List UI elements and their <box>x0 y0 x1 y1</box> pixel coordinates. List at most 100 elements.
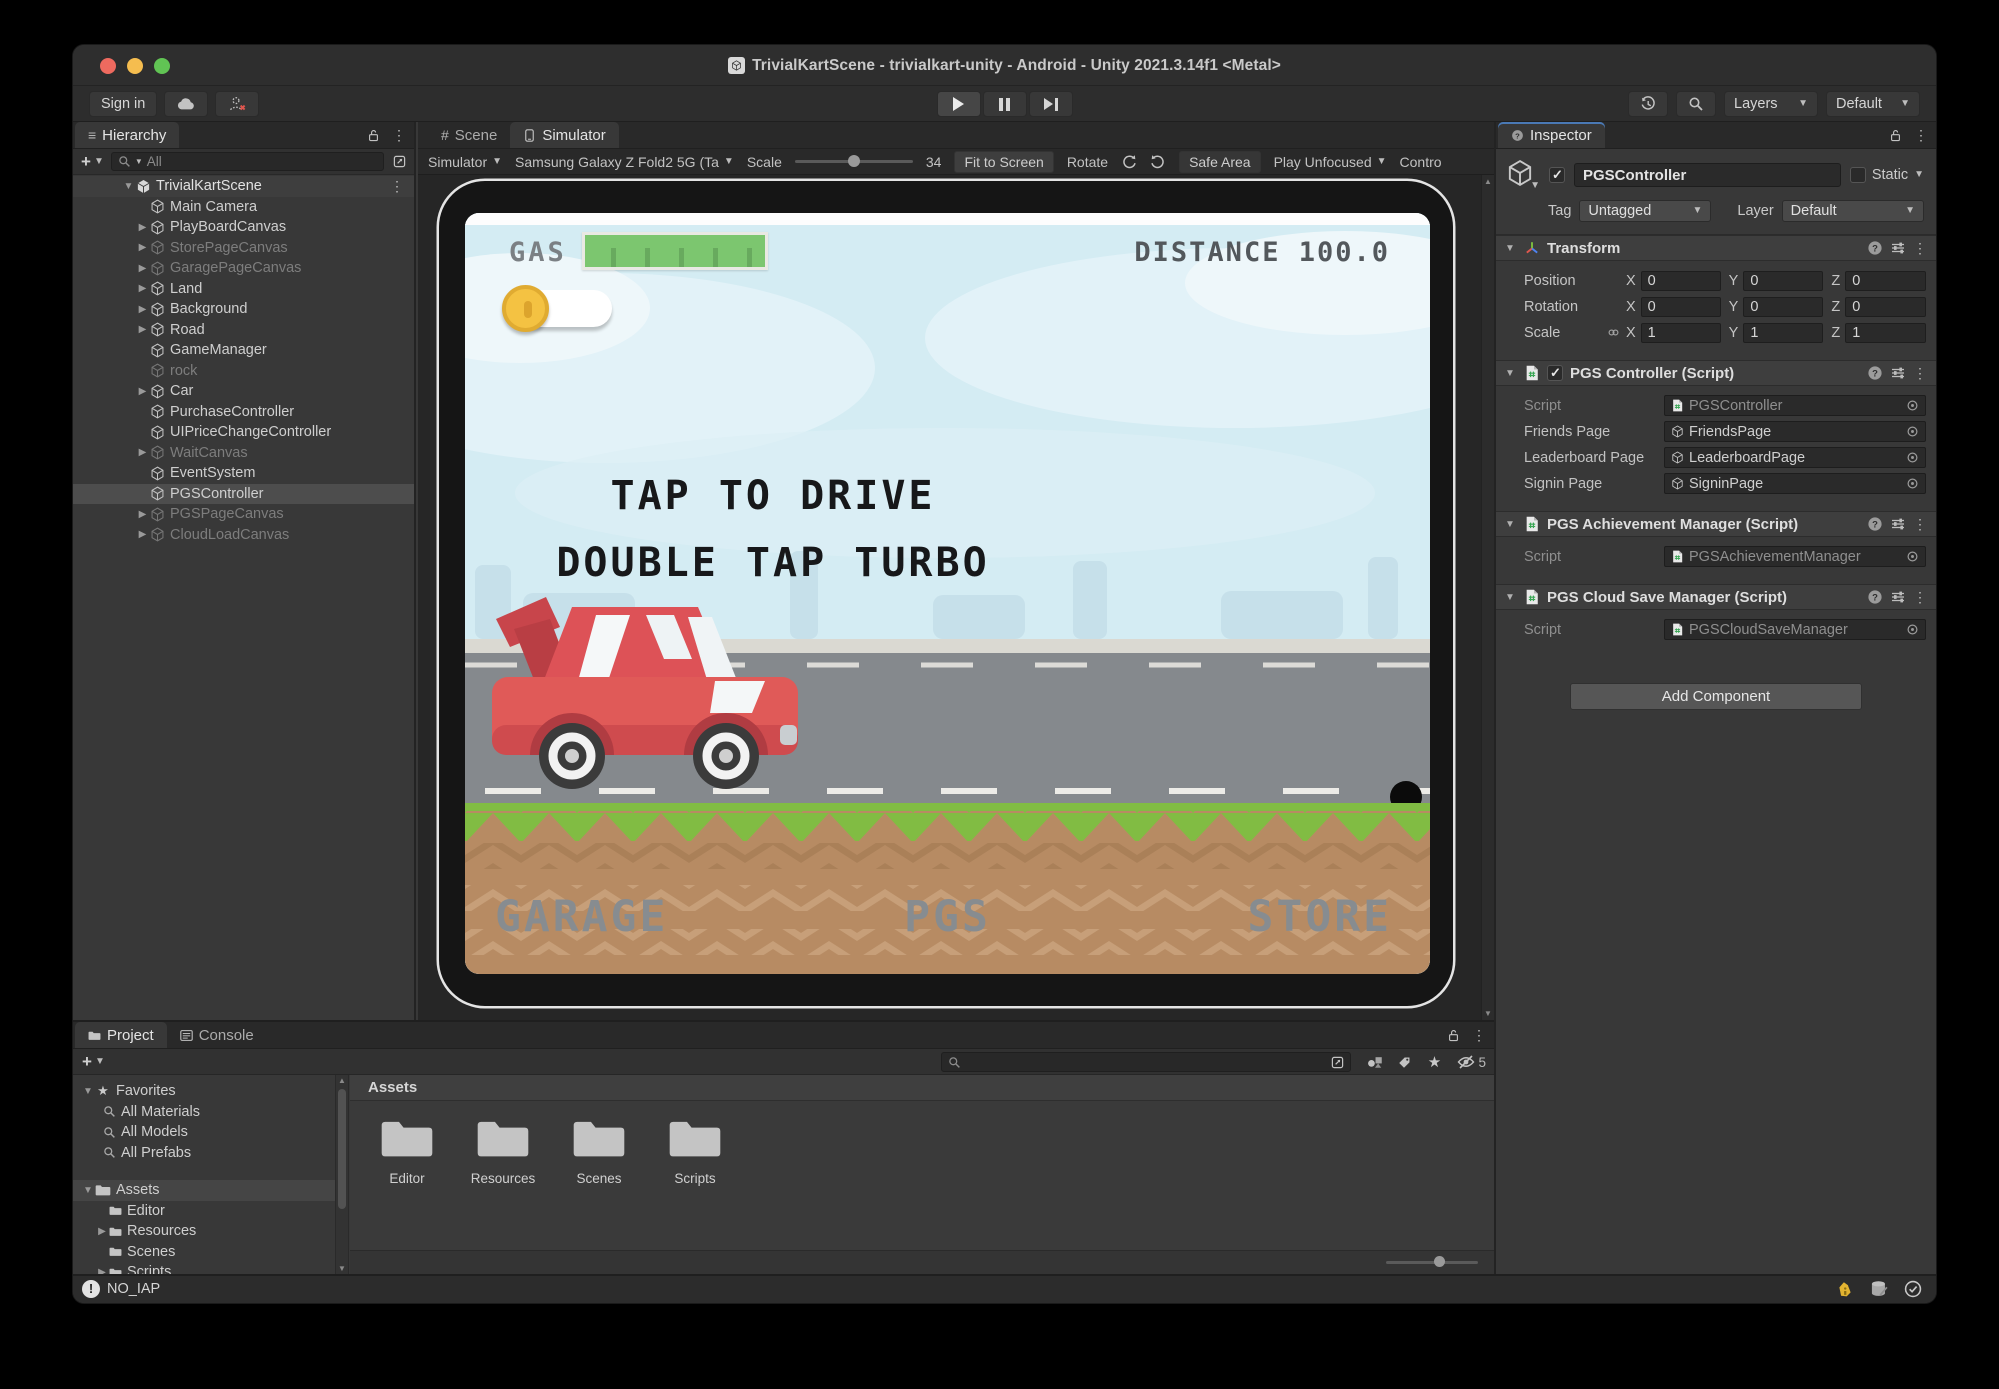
filter-by-label-icon[interactable] <box>1398 1056 1411 1069</box>
cache-server-icon[interactable] <box>1870 1280 1888 1298</box>
collapse-arrow-icon[interactable]: ▼ <box>121 181 136 192</box>
hierarchy-item[interactable]: EventSystem <box>73 463 414 484</box>
tab-hierarchy[interactable]: ≡ Hierarchy <box>75 122 179 148</box>
create-asset-button[interactable]: + <box>82 1053 92 1070</box>
help-icon[interactable] <box>1867 516 1883 532</box>
hierarchy-item[interactable]: PGSController <box>73 484 414 505</box>
coin-toggle[interactable] <box>502 285 614 333</box>
hierarchy-item[interactable]: ▶WaitCanvas <box>73 443 414 464</box>
active-checkbox[interactable] <box>1549 167 1565 183</box>
expand-search-icon[interactable] <box>393 155 406 168</box>
fold-arrow-icon[interactable]: ▼ <box>1505 592 1517 603</box>
undo-history-button[interactable] <box>1628 91 1668 117</box>
expand-search-icon[interactable] <box>1331 1056 1344 1069</box>
tab-scene[interactable]: # Scene <box>428 122 510 148</box>
add-component-button[interactable]: Add Component <box>1570 683 1862 710</box>
object-picker-icon[interactable] <box>1906 477 1919 490</box>
filter-by-type-icon[interactable] <box>1367 1054 1383 1070</box>
project-tree-item[interactable]: ▶Scripts <box>73 1262 335 1274</box>
hierarchy-item[interactable]: ▶Road <box>73 320 414 341</box>
tab-console[interactable]: Console <box>167 1022 267 1048</box>
expand-arrow-icon[interactable]: ▶ <box>135 283 150 294</box>
fold-arrow-icon[interactable]: ▼ <box>1505 368 1517 379</box>
scale-slider[interactable] <box>795 160 913 163</box>
lock-icon[interactable] <box>367 129 380 142</box>
simulator-viewport[interactable]: GAS DISTANCE 100.0 TAP TO DRIVE DOUBLE T… <box>418 175 1494 1020</box>
thumbnail-zoom-slider[interactable] <box>1386 1261 1478 1264</box>
project-tree-item[interactable]: All Materials <box>73 1102 335 1123</box>
hierarchy-item[interactable]: ▶StorePageCanvas <box>73 238 414 259</box>
collab-account-button[interactable] <box>215 91 259 117</box>
garage-button[interactable]: GARAGE <box>495 892 668 942</box>
object-picker-icon[interactable] <box>1906 550 1919 563</box>
game-screen[interactable]: GAS DISTANCE 100.0 TAP TO DRIVE DOUBLE T… <box>465 213 1430 974</box>
safe-area-button[interactable]: Safe Area <box>1179 151 1261 173</box>
scroll-down-icon[interactable]: ▼ <box>1482 1009 1494 1018</box>
step-button[interactable] <box>1029 91 1073 117</box>
component-menu-icon[interactable]: ⋮ <box>1913 240 1927 257</box>
lock-icon[interactable] <box>1889 129 1902 142</box>
tab-project[interactable]: Project <box>75 1022 167 1048</box>
editor-search-button[interactable] <box>1676 91 1716 117</box>
component-menu-icon[interactable]: ⋮ <box>1913 365 1927 382</box>
object-name-field[interactable]: PGSController <box>1574 163 1841 187</box>
presets-icon[interactable] <box>1890 516 1906 532</box>
object-field[interactable]: SigninPage <box>1664 473 1926 494</box>
hierarchy-scene-root[interactable]: ▼ TrivialKartScene ⋮ <box>73 176 414 197</box>
pgs-button[interactable]: PGS <box>904 892 991 942</box>
hierarchy-item[interactable]: ▶Background <box>73 299 414 320</box>
pause-button[interactable] <box>983 91 1027 117</box>
project-tree-item[interactable]: All Prefabs <box>73 1143 335 1164</box>
hierarchy-item[interactable]: ▶PGSPageCanvas <box>73 504 414 525</box>
component-menu-icon[interactable]: ⋮ <box>1913 589 1927 606</box>
hierarchy-item[interactable]: GameManager <box>73 340 414 361</box>
panel-menu-icon[interactable]: ⋮ <box>1472 1027 1486 1044</box>
expand-arrow-icon[interactable]: ▶ <box>135 304 150 315</box>
favorites-filter-icon[interactable]: ★ <box>1426 1053 1442 1071</box>
rotate-right-icon[interactable] <box>1150 154 1166 170</box>
play-unfocused-dropdown[interactable]: Play Unfocused▼ <box>1274 154 1387 170</box>
hierarchy-item[interactable]: ▶GaragePageCanvas <box>73 258 414 279</box>
expand-arrow-icon[interactable]: ▶ <box>135 386 150 397</box>
object-field[interactable]: LeaderboardPage <box>1664 447 1926 468</box>
expand-arrow-icon[interactable]: ▶ <box>95 1267 109 1274</box>
expand-arrow-icon[interactable]: ▶ <box>135 222 150 233</box>
help-icon[interactable] <box>1867 240 1883 256</box>
hierarchy-item[interactable]: ▶Land <box>73 279 414 300</box>
help-icon[interactable] <box>1867 365 1883 381</box>
panel-menu-icon[interactable]: ⋮ <box>1914 127 1928 144</box>
layer-dropdown[interactable]: Default▼ <box>1782 200 1924 222</box>
tab-inspector[interactable]: Inspector <box>1498 122 1605 148</box>
asset-folder[interactable]: Editor <box>368 1115 446 1186</box>
asset-folder[interactable]: Scripts <box>656 1115 734 1186</box>
help-icon[interactable] <box>1867 589 1883 605</box>
layout-dropdown[interactable]: Default▼ <box>1826 91 1920 117</box>
object-picker-icon[interactable] <box>1906 425 1919 438</box>
project-tree-assets-root[interactable]: ▼Assets <box>73 1180 335 1201</box>
expand-arrow-icon[interactable]: ▶ <box>135 324 150 335</box>
scale-x-field[interactable]: 1 <box>1641 323 1721 343</box>
collapse-arrow-icon[interactable]: ▼ <box>81 1086 95 1097</box>
tag-dropdown[interactable]: Untagged▼ <box>1579 200 1711 222</box>
version-control-icon[interactable] <box>1836 1280 1854 1298</box>
hierarchy-item[interactable]: Main Camera <box>73 197 414 218</box>
expand-arrow-icon[interactable]: ▶ <box>95 1226 109 1237</box>
play-button[interactable] <box>937 91 981 117</box>
layers-dropdown[interactable]: Layers▼ <box>1724 91 1818 117</box>
hierarchy-item[interactable]: ▶Car <box>73 381 414 402</box>
gameobject-icon[interactable]: ▼ <box>1506 159 1540 191</box>
rotation-z-field[interactable]: 0 <box>1845 297 1926 317</box>
presets-icon[interactable] <box>1890 240 1906 256</box>
activity-check-icon[interactable] <box>1904 1280 1922 1298</box>
slider-thumb[interactable] <box>1434 1256 1445 1267</box>
tab-simulator[interactable]: Simulator <box>510 122 618 148</box>
simulator-dropdown[interactable]: Simulator▼ <box>428 154 502 170</box>
project-tree-item[interactable]: ▶Resources <box>73 1221 335 1242</box>
lock-icon[interactable] <box>1447 1029 1460 1042</box>
object-field[interactable]: PGSAchievementManager <box>1664 546 1926 567</box>
project-tree-item[interactable]: Editor <box>73 1201 335 1222</box>
asset-folder[interactable]: Scenes <box>560 1115 638 1186</box>
component-enabled-checkbox[interactable] <box>1547 365 1563 381</box>
position-y-field[interactable]: 0 <box>1743 271 1823 291</box>
device-dropdown[interactable]: Samsung Galaxy Z Fold2 5G (Ta▼ <box>515 154 734 170</box>
